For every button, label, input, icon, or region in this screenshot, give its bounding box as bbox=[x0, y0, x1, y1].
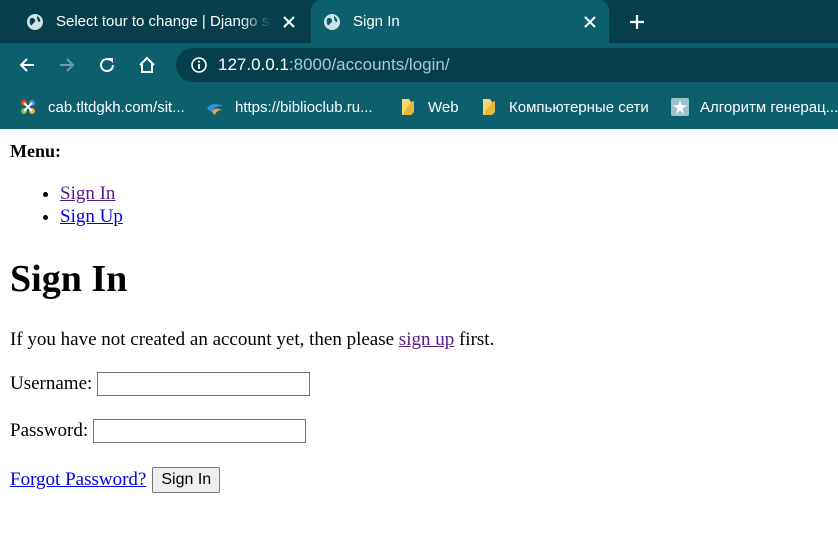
bookmark-folder-web[interactable]: Web bbox=[399, 96, 459, 118]
browser-toolbar: 127.0.0.1:8000/accounts/login/ bbox=[0, 43, 838, 87]
menu-item-sign-up: Sign Up bbox=[60, 205, 123, 228]
intro-text: If you have not created an account yet, … bbox=[10, 329, 494, 351]
close-tab-icon[interactable] bbox=[278, 11, 300, 33]
sign-in-link[interactable]: Sign In bbox=[60, 183, 115, 204]
back-arrow-icon[interactable] bbox=[15, 53, 39, 77]
forward-arrow-icon[interactable] bbox=[55, 53, 79, 77]
sign-in-button[interactable]: Sign In bbox=[152, 467, 221, 493]
url-host: 127.0.0.1 bbox=[218, 55, 289, 74]
forgot-password-link[interactable]: Forgot Password? bbox=[10, 469, 146, 491]
intro-text-before: If you have not created an account yet, … bbox=[10, 329, 395, 350]
folder-icon bbox=[399, 98, 417, 116]
bookmark-label: Алгоритм генерац... bbox=[700, 98, 838, 116]
star-icon bbox=[671, 98, 689, 116]
url-path: :8000/accounts/login/ bbox=[288, 55, 450, 74]
intro-text-after: first. bbox=[458, 329, 495, 350]
page-title: Sign In bbox=[10, 258, 128, 300]
bookmark-label: Web bbox=[428, 98, 459, 116]
reload-icon[interactable] bbox=[95, 53, 119, 77]
bookmark-algorithm[interactable]: Алгоритм генерац... bbox=[671, 96, 838, 118]
username-label: Username: bbox=[10, 373, 93, 394]
password-input[interactable] bbox=[93, 419, 307, 443]
sign-up-link[interactable]: Sign Up bbox=[60, 206, 123, 227]
tab-django-admin[interactable]: Select tour to change | Django site admi… bbox=[14, 0, 308, 43]
tab-title: Select tour to change | Django site admi… bbox=[56, 13, 272, 30]
home-icon[interactable] bbox=[135, 53, 159, 77]
globe-icon bbox=[26, 13, 44, 31]
bookmark-biblioclub[interactable]: https://biblioclub.ru... bbox=[206, 96, 373, 118]
tab-strip: Select tour to change | Django site admi… bbox=[0, 0, 838, 43]
tab-title: Sign In bbox=[353, 13, 400, 30]
site-info-icon[interactable] bbox=[190, 56, 208, 74]
bookmark-folder-networks[interactable]: Компьютерные сети bbox=[480, 96, 649, 118]
menu-label: Menu: bbox=[10, 141, 61, 161]
globe-icon bbox=[323, 13, 341, 31]
new-tab-icon[interactable] bbox=[624, 9, 650, 35]
password-label: Password: bbox=[10, 420, 89, 441]
actions-row: Forgot Password? Sign In bbox=[10, 467, 221, 493]
address-bar[interactable]: 127.0.0.1:8000/accounts/login/ bbox=[176, 48, 838, 82]
page-content: Menu: Sign In Sign Up Sign In If you hav… bbox=[0, 129, 838, 533]
bookmark-cab[interactable]: cab.tltdgkh.com/sit... bbox=[19, 96, 185, 118]
username-input[interactable] bbox=[97, 372, 311, 396]
browser-window: Select tour to change | Django site admi… bbox=[0, 0, 838, 129]
bookmark-label: Компьютерные сети bbox=[509, 98, 649, 116]
password-row: Password: bbox=[10, 419, 307, 443]
bookmark-label: https://biblioclub.ru... bbox=[235, 98, 373, 116]
biblioclub-icon bbox=[206, 98, 224, 116]
folder-icon bbox=[480, 98, 498, 116]
username-row: Username: bbox=[10, 372, 311, 396]
tab-sign-in[interactable]: Sign In bbox=[311, 0, 609, 43]
bookmark-label: cab.tltdgkh.com/sit... bbox=[48, 98, 185, 116]
joomla-icon bbox=[19, 98, 37, 116]
bookmarks-bar: cab.tltdgkh.com/sit... https://biblioclu… bbox=[0, 87, 838, 129]
sign-up-inline-link[interactable]: sign up bbox=[399, 329, 454, 350]
menu-item-sign-in: Sign In bbox=[60, 182, 123, 205]
menu-list: Sign In Sign Up bbox=[0, 182, 123, 228]
close-tab-icon[interactable] bbox=[579, 11, 601, 33]
